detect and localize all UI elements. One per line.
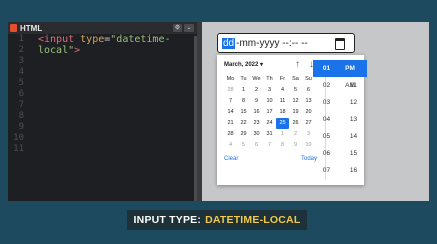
- calendar-day[interactable]: 24: [263, 118, 276, 129]
- arrow-up-icon[interactable]: ↑: [295, 58, 300, 72]
- calendar-day[interactable]: 23: [250, 118, 263, 129]
- calendar-day[interactable]: 29: [237, 129, 250, 140]
- code-tag-close: >: [74, 45, 81, 56]
- chevron-down-icon[interactable]: ⌄: [184, 24, 194, 32]
- calendar-grid: Mo Tu We Th Fr Sa Su 28 1 2 3 4 5 6 7 8 9 10 11 12 13 14 15 16 1…: [224, 74, 323, 151]
- minutes-option[interactable]: 12: [340, 94, 367, 111]
- weekday-header: Tu: [240, 76, 247, 82]
- weekday-header: We: [252, 76, 261, 82]
- hours-option[interactable]: 02: [313, 77, 340, 94]
- html-tab-label: HTML: [20, 23, 43, 33]
- calendar: March, 2022 ▾ ↑ ↓ Mo Tu We Th Fr Sa Su 28 1 2 3 4 5 6…: [221, 58, 323, 168]
- line-number: 11: [13, 144, 24, 154]
- calendar-day[interactable]: 3: [263, 85, 276, 96]
- calendar-day[interactable]: 28: [224, 85, 237, 96]
- line-number: 2: [18, 45, 24, 55]
- calendar-day[interactable]: 2: [250, 85, 263, 96]
- hours-option[interactable]: 03: [313, 94, 340, 111]
- calendar-day[interactable]: 28: [224, 129, 237, 140]
- minutes-option[interactable]: 14: [340, 128, 367, 145]
- editor-header: HTML ⚙ ⌄: [8, 22, 197, 34]
- calendar-day[interactable]: 9: [250, 96, 263, 107]
- clear-button[interactable]: Clear: [224, 156, 238, 162]
- calendar-day[interactable]: 7: [224, 96, 237, 107]
- caption-prefix: INPUT TYPE:: [133, 214, 202, 226]
- weekday-header: Sa: [292, 76, 299, 82]
- minutes-option[interactable]: 13: [340, 111, 367, 128]
- line-number: 4: [18, 67, 24, 77]
- calendar-day[interactable]: 14: [224, 107, 237, 118]
- calendar-day[interactable]: 26: [289, 118, 302, 129]
- line-number: 8: [18, 111, 24, 121]
- code-value-line2: local": [38, 45, 75, 56]
- calendar-day[interactable]: 10: [263, 96, 276, 107]
- line-number: 9: [18, 122, 24, 132]
- datetime-local-input[interactable]: dd -mm-yyyy --:-- --: [217, 33, 355, 53]
- line-number: 3: [18, 56, 24, 66]
- hours-column[interactable]: 01 02 03 04 05 06 07: [313, 60, 340, 179]
- calendar-day[interactable]: 12: [289, 96, 302, 107]
- line-number: 6: [18, 89, 24, 99]
- calendar-day[interactable]: 1: [276, 129, 289, 140]
- settings-gear-icon[interactable]: ⚙: [173, 24, 182, 32]
- calendar-day[interactable]: 15: [237, 107, 250, 118]
- calendar-day[interactable]: 19: [289, 107, 302, 118]
- calendar-day[interactable]: 5: [237, 140, 250, 151]
- code-attr: type: [80, 34, 105, 45]
- calendar-day[interactable]: 4: [276, 85, 289, 96]
- html-tab[interactable]: HTML: [8, 22, 42, 34]
- calendar-day[interactable]: 1: [237, 85, 250, 96]
- ampm-option[interactable]: PM: [337, 60, 363, 77]
- html5-icon: [10, 24, 17, 32]
- hours-option[interactable]: 04: [313, 111, 340, 128]
- ampm-option[interactable]: AM: [337, 77, 363, 94]
- code-tag-open: <input: [38, 34, 75, 45]
- hours-option[interactable]: 05: [313, 128, 340, 145]
- calendar-day[interactable]: 17: [263, 107, 276, 118]
- line-number: 1: [18, 34, 24, 44]
- minutes-option[interactable]: 15: [340, 145, 367, 162]
- input-rest-segments[interactable]: -mm-yyyy --:-- --: [236, 38, 308, 49]
- caption-banner: INPUT TYPE: DATETIME-LOCAL: [127, 210, 307, 230]
- calendar-day[interactable]: 6: [250, 140, 263, 151]
- hours-option[interactable]: 06: [313, 145, 340, 162]
- day-segment[interactable]: dd: [222, 37, 236, 49]
- calendar-day[interactable]: 4: [224, 140, 237, 151]
- calendar-day[interactable]: 30: [250, 129, 263, 140]
- calendar-day[interactable]: 16: [250, 107, 263, 118]
- calendar-day[interactable]: 22: [237, 118, 250, 129]
- weekday-header: Mo: [226, 76, 235, 82]
- calendar-day[interactable]: 18: [276, 107, 289, 118]
- calendar-day[interactable]: 21: [224, 118, 237, 129]
- calendar-day[interactable]: 25: [276, 118, 289, 129]
- code-editor[interactable]: HTML ⚙ ⌄ 1 2 3 4 5 6 7 8 9 10 11 <input type="date…: [8, 22, 197, 201]
- weekday-header: Fr: [279, 76, 286, 82]
- calendar-icon[interactable]: [335, 38, 345, 50]
- code-content[interactable]: <input type="datetime- local">: [38, 34, 171, 56]
- line-number: 10: [13, 133, 24, 143]
- calendar-day[interactable]: 5: [289, 85, 302, 96]
- line-number-gutter: 1 2 3 4 5 6 7 8 9 10 11: [8, 34, 30, 201]
- code-value-line1: "datetime-: [110, 34, 171, 45]
- calendar-day[interactable]: 7: [263, 140, 276, 151]
- calendar-day[interactable]: 11: [276, 96, 289, 107]
- calendar-day[interactable]: 8: [237, 96, 250, 107]
- line-number: 7: [18, 100, 24, 110]
- hours-option[interactable]: 01: [313, 60, 340, 77]
- calendar-day[interactable]: 31: [263, 129, 276, 140]
- month-year-select[interactable]: March, 2022 ▾: [224, 58, 263, 72]
- ampm-column[interactable]: PM AM: [337, 60, 363, 94]
- line-number: 5: [18, 78, 24, 88]
- calendar-day[interactable]: 9: [289, 140, 302, 151]
- calendar-day[interactable]: 8: [276, 140, 289, 151]
- caption-highlight: DATETIME-LOCAL: [205, 214, 301, 226]
- weekday-header: Th: [266, 76, 273, 82]
- calendar-day[interactable]: 2: [289, 129, 302, 140]
- hours-option[interactable]: 07: [313, 162, 340, 179]
- minutes-option[interactable]: 16: [340, 162, 367, 179]
